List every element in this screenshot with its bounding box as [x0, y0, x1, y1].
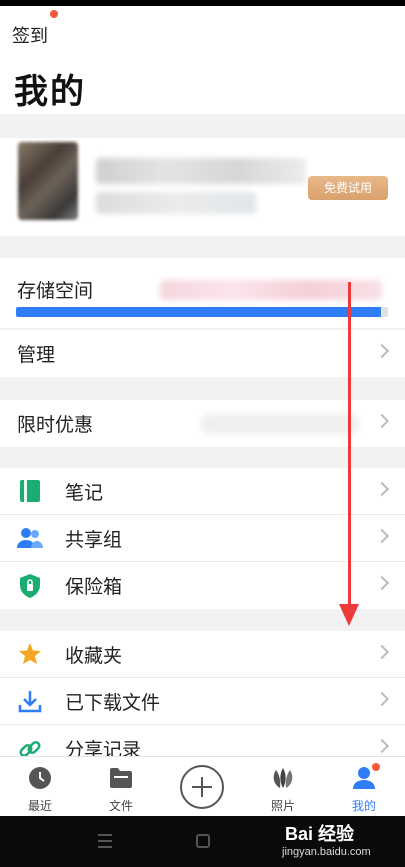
menu-item-limited-offer[interactable]: 限时优惠 — [0, 400, 405, 447]
menu-item-label: 共享组 — [65, 529, 123, 551]
storage-label: 存储空间 — [17, 281, 94, 302]
menu-item-label: 限时优惠 — [17, 415, 94, 436]
promo-info-redacted — [200, 414, 360, 434]
menu-item-notes[interactable]: 笔记 — [0, 468, 405, 515]
menu-item-label: 管理 — [17, 345, 56, 366]
menu-group-files: 收藏夹 已下载文件 分享记录 — [0, 631, 405, 772]
safe-box-icon — [17, 573, 43, 599]
storage-progress-bar — [16, 307, 388, 317]
profile-card[interactable]: 免费试用 — [0, 138, 405, 236]
menu-group-manage: 管理 — [0, 330, 405, 377]
tab-mine[interactable]: 我的 — [334, 763, 394, 814]
menu-item-label: 笔记 — [65, 482, 104, 504]
page-title: 我的 — [14, 73, 86, 111]
avatar[interactable] — [18, 142, 78, 220]
menu-item-downloads[interactable]: 已下载文件 — [0, 678, 405, 725]
chevron-right-icon — [374, 644, 390, 660]
watermark-brand: Bai 经验 — [285, 824, 355, 844]
chevron-right-icon — [374, 343, 390, 359]
chevron-right-icon — [374, 691, 390, 707]
tab-label: 最近 — [27, 799, 52, 813]
star-icon — [17, 641, 43, 667]
menu-item-label: 收藏夹 — [65, 645, 123, 667]
folder-icon — [108, 765, 134, 791]
chevron-right-icon — [374, 481, 390, 497]
tab-badge-dot — [372, 763, 380, 771]
clock-icon — [27, 765, 53, 791]
tab-label: 照片 — [270, 799, 295, 813]
home-icon[interactable] — [196, 834, 210, 848]
username-redacted — [96, 158, 306, 184]
menu-item-label: 保险箱 — [65, 577, 123, 598]
menu-item-share-group[interactable]: 共享组 — [0, 515, 405, 562]
annotation-arrow-head — [339, 604, 359, 626]
header: 签到 我的 — [0, 6, 405, 114]
menu-item-manage[interactable]: 管理 — [0, 330, 405, 377]
signin-button[interactable]: 签到 — [12, 22, 48, 48]
storage-progress-fill — [16, 307, 381, 317]
chevron-right-icon — [374, 575, 390, 591]
watermark-url: jingyan.baidu.com — [282, 846, 371, 858]
menu-item-safe-box[interactable]: 保险箱 — [0, 562, 405, 609]
tab-photos[interactable]: 照片 — [253, 765, 313, 814]
menu-group-tools: 笔记 共享组 保险箱 — [0, 468, 405, 609]
tab-recent[interactable]: 最近 — [10, 765, 70, 814]
menu-group-promo: 限时优惠 — [0, 400, 405, 447]
menu-icon[interactable] — [98, 834, 112, 848]
free-trial-button[interactable]: 免费试用 — [308, 176, 388, 200]
note-icon — [17, 478, 43, 504]
photos-icon — [270, 765, 296, 791]
annotation-arrow-line — [348, 282, 351, 612]
bottom-tab-bar: 最近 文件 照片 我的 — [0, 756, 405, 816]
share-group-icon — [17, 525, 43, 551]
menu-item-favorites[interactable]: 收藏夹 — [0, 631, 405, 678]
chevron-right-icon — [374, 528, 390, 544]
system-nav-bar: Bai 经验 jingyan.baidu.com — [0, 816, 405, 867]
chevron-right-icon — [374, 413, 390, 429]
menu-item-label: 已下载文件 — [65, 692, 161, 714]
signin-badge-dot — [50, 10, 58, 18]
storage-card[interactable]: 存储空间 — [0, 258, 405, 328]
account-info-redacted — [96, 192, 256, 214]
tab-files[interactable]: 文件 — [91, 765, 151, 814]
tab-label: 文件 — [108, 799, 133, 813]
download-icon — [17, 688, 43, 714]
tab-label: 我的 — [351, 799, 376, 813]
chevron-right-icon — [374, 738, 390, 754]
add-button[interactable] — [180, 765, 224, 809]
